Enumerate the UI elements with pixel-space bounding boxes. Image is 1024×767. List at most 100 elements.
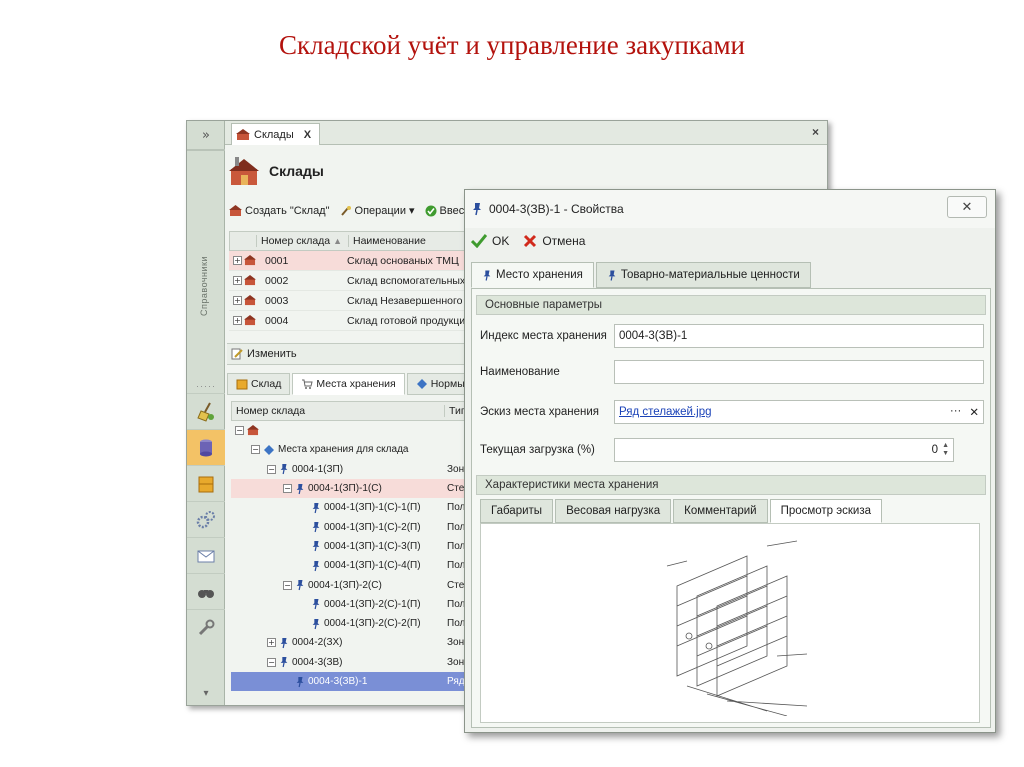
strip-button-package[interactable] [187,465,225,501]
pin-icon [312,618,320,629]
pin-icon [608,270,616,281]
pin-icon [312,502,320,513]
name-input[interactable] [614,360,984,384]
strip-grip[interactable]: ····· [195,381,217,391]
tree-toggle-icon[interactable]: + [267,638,276,648]
tab-inventory-values[interactable]: Товарно-материальные ценности [595,262,811,288]
sketch-field: Ряд стелажей.jpg ··· ✕ [614,400,984,424]
window-close-icon[interactable]: × [812,125,819,139]
tree-node-label: 0004-1(ЗП)-1(С)-4(П) [324,560,421,572]
name-row: Наименование [476,359,984,385]
tree-node-label: 0004-1(ЗП)-1(С)-2(П) [324,521,421,533]
strip-button-broom[interactable] [187,393,225,429]
edit-document-icon [231,348,243,360]
tree-toggle-icon[interactable]: − [267,657,276,667]
column-header-warehouse-number[interactable]: Номер склада [232,405,444,417]
spin-down-icon[interactable]: ▼ [942,450,949,458]
expand-plus-icon[interactable]: + [233,316,242,325]
shelving-sketch-image [657,526,813,716]
cell-number: 0003 [265,294,289,307]
expand-plus-icon[interactable]: + [233,256,242,265]
group-header-characteristics: Характеристики места хранения [476,475,986,495]
tree-toggle-icon[interactable]: − [267,464,276,474]
load-spinner[interactable]: 0 ▲ ▼ [614,438,954,462]
load-row: Текущая загрузка (%) 0 ▲ ▼ [476,437,954,463]
create-warehouse-button[interactable]: Создать "Склад" [229,204,330,217]
row-expander: + [229,255,265,266]
tree-node: − 0004-1(ЗП)-1(С) [231,483,443,495]
tree-node: 0004-1(ЗП)-1(С)-1(П) [231,502,443,514]
tab-warehouses[interactable]: Склады X [231,123,321,145]
pin-icon [296,580,304,591]
cancel-button[interactable]: Отмена [523,234,585,248]
tab-sketch-preview[interactable]: Просмотр эскиза [769,499,883,523]
pin-icon [312,560,320,571]
warehouse-subtabs: Склад Места хранения Нормы за [227,373,488,395]
tab-warehouse-label: Склад [251,378,282,390]
strip-label-directories[interactable]: Справочники [199,241,213,331]
edit-label: Изменить [247,348,297,360]
load-label: Текущая загрузка (%) [480,444,595,456]
tree-node: 0004-1(ЗП)-1(С)-4(П) [231,560,443,572]
spin-up-icon[interactable]: ▲ [942,442,949,450]
tree-node-label: Места хранения для склада [278,444,409,456]
tab-warehouse[interactable]: Склад [227,373,291,395]
clear-x-icon[interactable]: ✕ [969,405,979,419]
dialog-titlebar[interactable]: 0004-3(ЗВ)-1 - Свойства ✕ [465,190,995,228]
envelope-icon [197,550,215,562]
tree-node-label: 0004-2(ЗХ) [292,637,343,649]
expand-plus-icon[interactable]: + [233,276,242,285]
dialog-tabs: Место хранения Товарно-материальные ценн… [471,262,811,288]
tree-toggle-icon[interactable]: − [235,426,244,436]
tree-node: 0004-1(ЗП)-1(С)-2(П) [231,521,443,533]
tree-node-label: 0004-1(ЗП)-1(С)-1(П) [324,502,421,514]
tab-weight-load[interactable]: Весовая нагрузка [555,499,672,523]
tree-node-label: 0004-1(ЗП)-2(С)-1(П) [324,598,421,610]
ok-button[interactable]: OK [471,234,509,248]
tab-storage-place[interactable]: Место хранения [471,262,594,288]
strip-button-settings[interactable] [187,609,225,645]
expand-chevron-icon[interactable]: » [187,125,225,147]
sketch-field-buttons: ··· ✕ [950,405,979,419]
strip-scroll-down-icon[interactable]: ▾ [187,688,225,699]
warehouse-icon [244,275,256,286]
tab-storage-places[interactable]: Места хранения [292,373,405,395]
column-header-number[interactable]: Номер склада ▲ [256,235,348,247]
warehouse-icon [244,255,256,266]
sketch-file-link[interactable]: Ряд стелажей.jpg [619,406,711,418]
strip-button-database[interactable] [187,429,225,465]
tab-warehouses-label: Склады [254,128,294,141]
tab-storage-places-label: Места хранения [316,378,396,390]
strip-button-search[interactable] [187,573,225,609]
group-header-main: Основные параметры [476,295,986,315]
broom-icon [197,402,214,422]
operations-label: Операции [354,204,406,217]
sketch-row: Эскиз места хранения Ряд стелажей.jpg ··… [476,399,984,425]
expand-plus-icon[interactable]: + [233,296,242,305]
dialog-title: 0004-3(ЗВ)-1 - Свойства [489,202,624,216]
package-icon [198,476,214,492]
strip-button-mail[interactable] [187,537,225,573]
strip-button-gears[interactable] [187,501,225,537]
cart-icon [302,379,314,389]
tab-comment[interactable]: Комментарий [673,499,768,523]
tab-close-icon[interactable]: X [304,129,311,141]
tab-inventory-values-label: Товарно-материальные ценности [620,269,800,281]
cancel-x-icon [524,234,537,248]
index-input[interactable]: 0004-3(ЗВ)-1 [614,324,984,348]
spinner-arrows: ▲ ▼ [942,442,949,458]
document-tabbar: Склады X × [225,121,827,145]
operations-menu-button[interactable]: Операции ▾ [340,204,415,217]
tree-toggle-icon[interactable]: − [251,445,260,455]
tree-toggle-icon[interactable]: − [283,580,292,590]
check-circle-icon [425,205,437,216]
ok-label: OK [492,234,510,248]
warehouses-toolbar: Создать "Склад" Операции ▾ Ввести [229,204,475,217]
gears-icon [196,510,215,528]
browse-ellipsis-icon[interactable]: ··· [950,405,962,419]
tree-toggle-icon[interactable]: − [283,484,292,494]
tree-node: 0004-1(ЗП)-2(С)-2(П) [231,618,443,630]
tab-dimensions[interactable]: Габариты [480,499,554,523]
dialog-close-button[interactable]: ✕ [947,196,987,218]
index-row: Индекс места хранения 0004-3(ЗВ)-1 [476,323,984,349]
